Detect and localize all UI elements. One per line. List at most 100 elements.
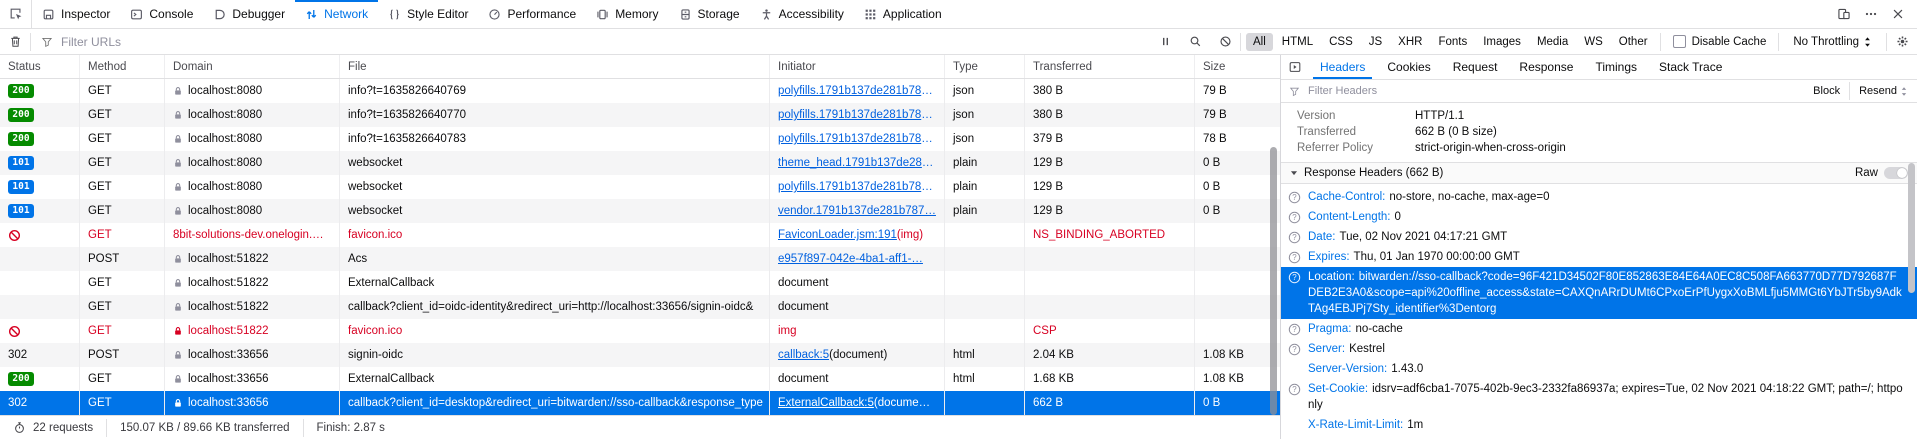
initiator-link[interactable]: polyfills.1791b137de281b787… xyxy=(778,85,936,97)
disable-cache-checkbox[interactable] xyxy=(1673,35,1686,48)
request-row[interactable]: POSTlocalhost:51822Acse957f897-042e-4ba1… xyxy=(0,247,1280,271)
tab-style-editor[interactable]: Style Editor xyxy=(378,0,478,28)
cell-type: plain xyxy=(945,199,1025,223)
type-filter-ws[interactable]: WS xyxy=(1577,33,1610,51)
initiator-link[interactable]: vendor.1791b137de281b787… xyxy=(778,205,936,217)
request-row[interactable]: 101GETlocalhost:8080websocketvendor.1791… xyxy=(0,199,1280,223)
filter-headers-input[interactable] xyxy=(1306,84,1804,98)
cell-status: 101 xyxy=(0,175,80,199)
column-header-transferred[interactable]: Transferred xyxy=(1025,55,1195,78)
raw-toggle[interactable] xyxy=(1884,167,1908,179)
response-header-row[interactable]: Server-Version:1.43.0 xyxy=(1281,359,1917,379)
cell-status: 200 xyxy=(0,103,80,127)
response-header-row[interactable]: ?Location:bitwarden://sso-callback?code=… xyxy=(1281,267,1917,319)
clear-requests-button[interactable] xyxy=(0,29,30,54)
column-header-initiator[interactable]: Initiator xyxy=(770,55,945,78)
details-tab-cookies[interactable]: Cookies xyxy=(1376,55,1441,79)
responsive-design-button[interactable] xyxy=(1830,0,1857,28)
close-button[interactable] xyxy=(1884,0,1911,28)
type-filter-images[interactable]: Images xyxy=(1476,33,1528,51)
response-header-row[interactable]: ?Cache-Control:no-store, no-cache, max-a… xyxy=(1281,187,1917,207)
tab-inspector[interactable]: Inspector xyxy=(32,0,120,28)
column-header-method[interactable]: Method xyxy=(80,55,165,78)
tab-accessibility[interactable]: Accessibility xyxy=(750,0,854,28)
pause-button[interactable] xyxy=(1150,35,1180,48)
response-header-row[interactable]: ?Server:Kestrel xyxy=(1281,339,1917,359)
type-filter-js[interactable]: JS xyxy=(1362,33,1389,51)
request-list-header: StatusMethodDomainFileInitiatorTypeTrans… xyxy=(0,55,1280,79)
column-header-status[interactable]: Status xyxy=(0,55,80,78)
initiator-link[interactable]: e957f897-042e-4ba1-aff1-… xyxy=(778,253,923,265)
initiator-link[interactable]: polyfills.1791b137de281b787… xyxy=(778,181,936,193)
request-row[interactable]: GET8bit-solutions-dev.onelogin.…favicon.… xyxy=(0,223,1280,247)
network-settings-button[interactable] xyxy=(1887,29,1917,54)
cell-size: 0 B xyxy=(1195,391,1280,415)
svg-text:?: ? xyxy=(1292,213,1297,222)
performance-analysis-segment[interactable]: 22 requests xyxy=(0,416,106,439)
response-header-row[interactable]: ?Set-Cookie:idsrv=adf6cba1-7075-402b-9ec… xyxy=(1281,379,1917,415)
tab-network[interactable]: Network xyxy=(295,0,378,28)
filter-urls-input[interactable] xyxy=(59,34,1150,50)
request-row[interactable]: 302POSTlocalhost:33656signin-oidccallbac… xyxy=(0,343,1280,367)
resend-button[interactable]: Resend xyxy=(1850,80,1917,102)
search-button[interactable] xyxy=(1180,35,1210,48)
tab-performance[interactable]: Performance xyxy=(478,0,586,28)
request-row[interactable]: GETlocalhost:51822favicon.icoimgCSP xyxy=(0,319,1280,343)
type-filter-all[interactable]: All xyxy=(1246,33,1273,51)
request-row[interactable]: 200GETlocalhost:8080info?t=1635826640769… xyxy=(0,79,1280,103)
details-tab-stack-trace[interactable]: Stack Trace xyxy=(1648,55,1733,79)
tab-storage[interactable]: Storage xyxy=(669,0,750,28)
details-scrollbar[interactable] xyxy=(1908,163,1915,293)
request-list-scrollbar[interactable] xyxy=(1270,147,1277,415)
throttling-select[interactable]: No Throttling xyxy=(1779,36,1886,48)
initiator-link[interactable]: callback:5 xyxy=(778,349,829,361)
initiator-link[interactable]: FaviconLoader.jsm:191 xyxy=(778,229,897,241)
initiator-link[interactable]: polyfills.1791b137de281b787… xyxy=(778,133,936,145)
type-filter-other[interactable]: Other xyxy=(1612,33,1655,51)
column-header-file[interactable]: File xyxy=(340,55,770,78)
request-row[interactable]: 200GETlocalhost:8080info?t=1635826640783… xyxy=(0,127,1280,151)
column-header-type[interactable]: Type xyxy=(945,55,1025,78)
sidebar-toggle-button[interactable] xyxy=(1281,55,1309,79)
details-tab-response[interactable]: Response xyxy=(1508,55,1584,79)
details-tab-timings[interactable]: Timings xyxy=(1584,55,1648,79)
response-header-row[interactable]: X-Rate-Limit-Limit:1m xyxy=(1281,415,1917,435)
request-row[interactable]: GETlocalhost:51822ExternalCallbackdocume… xyxy=(0,271,1280,295)
menu-button[interactable] xyxy=(1857,0,1884,28)
tab-memory[interactable]: Memory xyxy=(586,0,668,28)
lock-icon xyxy=(173,110,183,120)
request-blocking-button[interactable] xyxy=(1210,35,1240,48)
block-button[interactable]: Block xyxy=(1804,80,1849,102)
request-row[interactable]: GETlocalhost:51822callback?client_id=oid… xyxy=(0,295,1280,319)
type-filter-media[interactable]: Media xyxy=(1530,33,1575,51)
initiator-link[interactable]: theme_head.1791b137de281… xyxy=(778,157,936,169)
request-row[interactable]: 101GETlocalhost:8080websocketpolyfills.1… xyxy=(0,175,1280,199)
response-header-row[interactable]: ?Expires:Thu, 01 Jan 1970 00:00:00 GMT xyxy=(1281,247,1917,267)
summary-row: Transferred662 B (0 B size) xyxy=(1281,124,1917,140)
tab-console[interactable]: Console xyxy=(120,0,203,28)
tab-application[interactable]: Application xyxy=(854,0,952,28)
request-row[interactable]: 101GETlocalhost:8080websockettheme_head.… xyxy=(0,151,1280,175)
header-value: Tue, 02 Nov 2021 04:17:21 GMT xyxy=(1340,231,1508,243)
response-header-row[interactable]: ?Content-Length:0 xyxy=(1281,207,1917,227)
column-header-domain[interactable]: Domain xyxy=(165,55,340,78)
cell-type xyxy=(945,247,1025,271)
type-filter-fonts[interactable]: Fonts xyxy=(1431,33,1474,51)
response-header-row[interactable]: ?Pragma:no-cache xyxy=(1281,319,1917,339)
type-filter-html[interactable]: HTML xyxy=(1275,33,1320,51)
column-header-size[interactable]: Size xyxy=(1195,55,1280,78)
tab-debugger[interactable]: Debugger xyxy=(203,0,295,28)
type-filter-xhr[interactable]: XHR xyxy=(1391,33,1429,51)
response-header-row[interactable]: ?Date:Tue, 02 Nov 2021 04:17:21 GMT xyxy=(1281,227,1917,247)
details-tab-headers[interactable]: Headers xyxy=(1309,55,1376,79)
response-headers-section[interactable]: Response Headers (662 B) Raw xyxy=(1281,162,1917,184)
initiator-link[interactable]: polyfills.1791b137de281b787… xyxy=(778,109,936,121)
request-row[interactable]: 200GETlocalhost:8080info?t=1635826640770… xyxy=(0,103,1280,127)
details-tab-request[interactable]: Request xyxy=(1442,55,1509,79)
request-row[interactable]: 302GETlocalhost:33656callback?client_id=… xyxy=(0,391,1280,415)
element-picker-button[interactable] xyxy=(0,0,32,28)
initiator-link[interactable]: ExternalCallback:5 xyxy=(778,397,874,409)
type-filter-css[interactable]: CSS xyxy=(1322,33,1360,51)
disable-cache-option[interactable]: Disable Cache xyxy=(1661,35,1779,48)
request-row[interactable]: 200GETlocalhost:33656ExternalCallbackdoc… xyxy=(0,367,1280,391)
